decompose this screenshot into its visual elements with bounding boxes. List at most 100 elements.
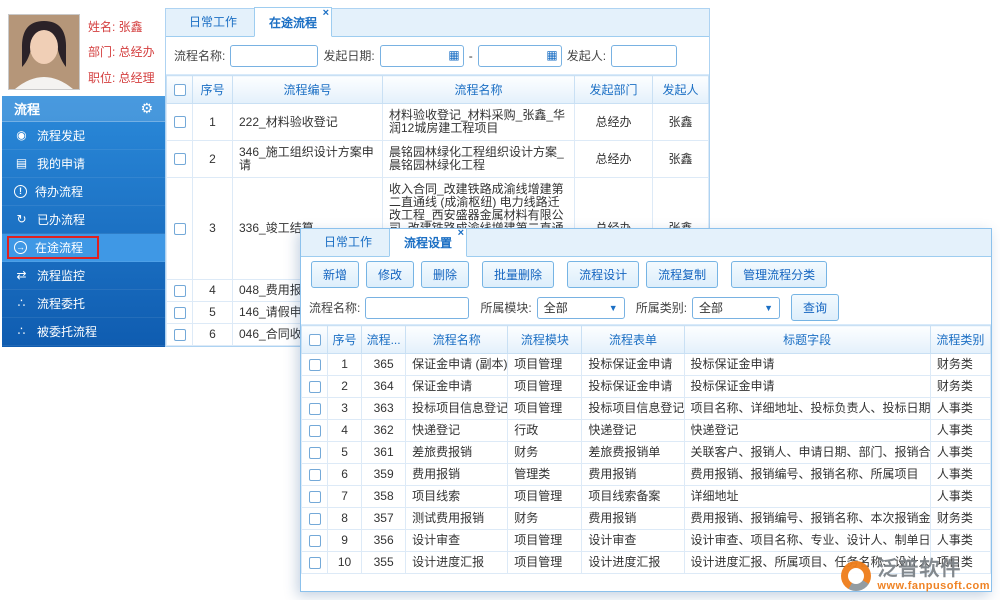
close-tab-icon[interactable]: ×: [458, 229, 464, 239]
cell-id: 358: [361, 485, 407, 508]
tab-daily-work[interactable]: 日常工作: [309, 229, 387, 256]
row-checkbox[interactable]: [173, 153, 186, 166]
table-row[interactable]: 2 364 保证金申请 项目管理 投标保证金申请 投标保证金申请 财务类: [301, 375, 991, 398]
cell-no: 2: [327, 375, 363, 398]
gear-icon[interactable]: ⚙: [140, 100, 153, 117]
cell-fields: 详细地址: [683, 485, 931, 508]
cell-name: 费用报销: [405, 463, 509, 486]
cell-form: 设计进度汇报: [581, 551, 685, 574]
cell-no: 8: [327, 507, 363, 530]
select-all-checkbox[interactable]: [173, 84, 186, 97]
row-checkbox[interactable]: [173, 284, 186, 297]
tab-label: 在途流程: [269, 16, 318, 30]
row-checkbox[interactable]: [173, 116, 186, 129]
cell-code: 346_施工组织设计方案申请: [232, 140, 383, 178]
tab-daily-work[interactable]: 日常工作: [174, 6, 252, 36]
process-copy-button[interactable]: 流程复制: [646, 260, 719, 288]
sidebar-item-label: 被委托流程: [37, 325, 98, 339]
cell-name: 项目线索: [405, 485, 509, 508]
process-settings-toolbar: 新增 修改 删除 批量删除 流程设计 流程复制 管理流程分类: [301, 257, 991, 291]
desktop: 姓名: 张鑫 部门: 总经办 职位: 总经理 流程 ⚙ ◉ 流程发起 ▤ 我的申…: [0, 0, 1000, 600]
cell-module: 项目管理: [507, 529, 583, 552]
avatar: [9, 15, 79, 89]
in-transit-icon: →: [14, 241, 27, 254]
brand-name: 泛普软件: [877, 558, 962, 580]
table-row[interactable]: 8 357 测试费用报销 财务 费用报销 费用报销、报销编号、报销名称、本次报销…: [301, 507, 991, 530]
cell-name: 设计进度汇报: [405, 551, 509, 574]
process-design-button[interactable]: 流程设计: [567, 260, 640, 288]
sidebar-item-delegated-processes[interactable]: ∴ 被委托流程: [2, 318, 165, 346]
cell-form: 费用报销: [581, 463, 685, 486]
category-select[interactable]: 全部 ▼: [692, 296, 781, 319]
row-checkbox[interactable]: [308, 490, 321, 503]
cell-id: 357: [361, 507, 407, 530]
col-header-category: 流程类别: [929, 325, 991, 354]
select-all-checkbox[interactable]: [308, 334, 321, 347]
row-checkbox[interactable]: [308, 534, 321, 547]
table-row[interactable]: 2 346_施工组织设计方案申请 晨铭园林绿化工程组织设计方案_晨铭园林绿化工程…: [166, 140, 709, 178]
row-checkbox[interactable]: [308, 380, 321, 393]
user-name: 姓名: 张鑫: [88, 20, 143, 35]
sender-input[interactable]: [611, 44, 678, 67]
add-button[interactable]: 新增: [311, 260, 360, 288]
sidebar-item-label: 流程监控: [37, 269, 86, 283]
table-row[interactable]: 5 361 差旅费报销 财务 差旅费报销单 关联客户、报销人、申请日期、部门、报…: [301, 441, 991, 464]
sidebar-item-process-delegate[interactable]: ∴ 流程委托: [2, 290, 165, 318]
table-row[interactable]: 1 222_材料验收登记 材料验收登记_材料采购_张鑫_华润12城房建工程项目 …: [166, 103, 709, 141]
row-checkbox[interactable]: [308, 424, 321, 437]
row-checkbox[interactable]: [308, 446, 321, 459]
cell-form: 投标保证金申请: [581, 375, 685, 398]
calendar-icon[interactable]: ▦: [448, 49, 459, 61]
row-checkbox[interactable]: [173, 222, 186, 235]
sidebar: 姓名: 张鑫 部门: 总经办 职位: 总经理 流程 ⚙ ◉ 流程发起 ▤ 我的申…: [2, 8, 165, 347]
col-header-code: 流程编号: [232, 75, 383, 104]
sidebar-item-process-monitor[interactable]: ⇄ 流程监控: [2, 262, 165, 290]
cell-no: 5: [327, 441, 363, 464]
sidebar-item-my-applications[interactable]: ▤ 我的申请: [2, 150, 165, 178]
tab-process-settings[interactable]: 流程设置 ×: [389, 229, 468, 257]
cell-form: 差旅费报销单: [581, 441, 685, 464]
col-header-form: 流程表单: [581, 325, 685, 354]
sidebar-item-process-start[interactable]: ◉ 流程发起: [2, 122, 165, 150]
cell-fields: 费用报销、报销编号、报销名称、本次报销金额: [683, 507, 931, 530]
cell-fields: 投标保证金申请: [683, 375, 931, 398]
sidebar-header: 流程 ⚙: [2, 96, 165, 122]
row-checkbox[interactable]: [173, 306, 186, 319]
row-checkbox[interactable]: [308, 358, 321, 371]
table-row[interactable]: 9 356 设计审查 项目管理 设计审查 设计审查、项目名称、专业、设计人、制单…: [301, 529, 991, 552]
date-range-separator: -: [468, 48, 473, 63]
batch-delete-button[interactable]: 批量删除: [482, 260, 555, 288]
sidebar-item-label: 已办流程: [37, 213, 86, 227]
row-checkbox[interactable]: [308, 512, 321, 525]
table-row[interactable]: 7 358 项目线索 项目管理 项目线索备案 详细地址 人事类: [301, 485, 991, 508]
edit-button[interactable]: 修改: [366, 260, 415, 288]
sidebar-item-label: 流程委托: [37, 297, 86, 311]
sidebar-item-completed-processes[interactable]: ↻ 已办流程: [2, 206, 165, 234]
row-checkbox[interactable]: [308, 402, 321, 415]
table-row[interactable]: 1 365 保证金申请 (副本) 项目管理 投标保证金申请 投标保证金申请 财务…: [301, 353, 991, 376]
brand-watermark: 泛普软件 www.fanpusoft.com: [841, 559, 990, 592]
process-name-input[interactable]: [230, 44, 319, 67]
close-tab-icon[interactable]: ×: [323, 8, 329, 19]
user-profile: 姓名: 张鑫 部门: 总经办 职位: 总经理: [2, 8, 165, 96]
sidebar-item-pending-processes[interactable]: ! 待办流程: [2, 178, 165, 206]
row-checkbox[interactable]: [308, 556, 321, 569]
delete-button[interactable]: 删除: [421, 260, 470, 288]
table-row[interactable]: 6 359 费用报销 管理类 费用报销 费用报销、报销编号、报销名称、所属项目 …: [301, 463, 991, 486]
table-row[interactable]: 3 363 投标项目信息登记 项目管理 投标项目信息登记 项目名称、详细地址、投…: [301, 397, 991, 420]
calendar-icon[interactable]: ▦: [546, 49, 557, 61]
cell-module: 项目管理: [507, 375, 583, 398]
row-checkbox[interactable]: [308, 468, 321, 481]
process-name-input[interactable]: [365, 296, 470, 319]
table-row[interactable]: 4 362 快递登记 行政 快递登记 快递登记 人事类: [301, 419, 991, 442]
row-checkbox[interactable]: [173, 328, 186, 341]
user-dept: 部门: 总经办: [88, 45, 155, 60]
manage-category-button[interactable]: 管理流程分类: [731, 260, 828, 288]
module-select[interactable]: 全部 ▼: [536, 296, 625, 319]
sidebar-item-in-transit-processes[interactable]: → 在途流程: [2, 234, 165, 262]
table-header-row: 序号 流程编号 流程名称 发起部门 发起人: [166, 75, 709, 104]
search-button[interactable]: 查询: [791, 294, 840, 321]
cell-form: 设计审查: [581, 529, 685, 552]
tab-in-transit-processes[interactable]: 在途流程 ×: [254, 7, 333, 37]
cell-id: 355: [361, 551, 407, 574]
